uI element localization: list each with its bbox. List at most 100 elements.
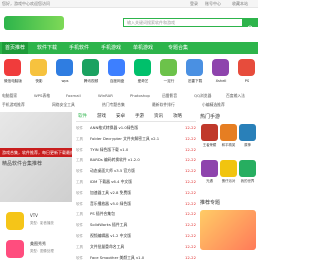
quick-link[interactable]: QQ浏览器 [194,92,211,100]
app-icon [186,59,203,76]
news-title[interactable]: ANN格式转换器 v1.0绿色版 [90,124,182,132]
news-title[interactable]: Folder Decrypter 文件夹解密工具 v2.1 [90,135,182,143]
app-shortcut[interactable]: 迅雷下载 [182,57,208,91]
app-icon [82,59,99,76]
news-title[interactable]: IDM 下载器 v6.4 中文版 [90,178,182,186]
nav-item[interactable]: 手机软件 [66,42,92,54]
game-thumbnail[interactable] [201,160,218,177]
tab[interactable]: 攻略 [173,112,182,122]
quick-link[interactable]: 最新软件排行 [152,101,175,109]
account-link[interactable]: 账号中心 [205,0,221,8]
news-title[interactable]: 音乐播放器 v5.0 绿色版 [90,200,182,208]
app-icon [108,59,125,76]
quick-link[interactable]: 迅雷影音 [162,92,177,100]
quick-link[interactable]: 手机游戏推荐 [2,101,25,109]
news-item[interactable]: 工具 PS 插件合集包 12-22 [76,210,196,218]
news-title[interactable]: 加速器工具 v2.8 免费版 [90,189,182,197]
game-thumbnail[interactable] [239,124,256,141]
app-shortcut[interactable]: PS [234,57,260,91]
nav-item[interactable]: 手机游戏 [98,42,124,54]
news-item[interactable]: 软件 TYIN 绿色版下载 v1.0 12-22 [76,146,196,154]
game-thumbnail[interactable] [220,160,237,177]
game-name: 蛋仔派对 [221,179,236,183]
app-icon [30,59,47,76]
game-thumbnail[interactable] [239,160,256,177]
app-shortcut[interactable]: wps [52,57,78,91]
news-title[interactable]: 文件批量重命名工具 [90,243,182,251]
app-list-item[interactable]: 美图秀秀 类型：图像处理 [0,238,72,262]
quick-link[interactable]: WPS表格 [34,92,50,100]
featured-banner[interactable]: 精品软件合集推荐 [0,112,72,202]
news-item[interactable]: 软件 SolidWorks 插件工具 12-22 [76,221,196,229]
news-title[interactable]: 动态桌面大师 v3.5 官方版 [90,167,182,175]
search-input[interactable]: 输入关键词搜索软件和游戏 [123,18,243,27]
nav-item[interactable]: 单机游戏 [130,42,156,54]
app-shortcut[interactable]: 快影 [26,57,52,91]
news-item[interactable]: 工具 文件批量重命名工具 12-22 [76,243,196,251]
game-name: 和平精英 [221,143,236,147]
quick-link[interactable]: 热门专题合集 [102,101,125,109]
nav-item[interactable]: 首页推荐 [2,42,29,54]
news-tag: 软件 [76,234,83,238]
search-button[interactable] [243,18,258,32]
news-date: 12-22 [184,179,196,184]
topics-heading: 推荐专题 [200,200,221,206]
quick-link[interactable]: Foxmail [66,92,81,100]
app-shortcut[interactable]: 腾讯视频 [78,57,104,91]
app-meta: 类型：影音播放 [30,221,54,225]
news-item[interactable]: 软件 ANN格式转换器 v1.0绿色版 12-22 [76,124,196,132]
news-item[interactable]: 工具 BARDs 编码转换软件 v1.2.0 12-22 [76,156,196,164]
quick-link[interactable]: 百度输入法 [226,92,245,100]
news-title[interactable]: SolidWorks 插件工具 [90,221,182,229]
nav-item[interactable]: 专题合集 [165,42,191,54]
app-shortcut[interactable]: 微信电脑版 [0,57,26,91]
tab[interactable]: 资讯 [154,112,163,122]
app-icon-row: 微信电脑版 快影 wps 腾讯视频 百度网盘 爱奇艺 一定行 迅雷下载 Xshell PS [0,57,258,91]
game-thumbnail[interactable] [220,124,237,141]
news-date: 12-22 [184,211,196,217]
topic-banner[interactable] [200,210,256,250]
search-icon [247,25,254,32]
app-shortcut[interactable]: 爱奇艺 [130,57,156,91]
quick-link[interactable]: Photoshop [130,92,150,100]
quick-link[interactable]: 网络安全工具 [52,101,75,109]
app-icon [212,59,229,76]
news-title[interactable]: PS 插件合集包 [90,210,182,218]
nav-item[interactable]: 软件下载 [34,42,60,54]
app-shortcut[interactable]: 一定行 [156,57,182,91]
tab[interactable]: 安卓 [116,112,125,122]
app-shortcut[interactable]: 百度网盘 [104,57,130,91]
app-list-item[interactable]: VTV 类型：影音播放 [0,210,72,234]
quick-link[interactable]: 电脑管家 [2,92,17,100]
quick-link[interactable]: 小编精选推荐 [202,101,225,109]
news-title[interactable]: TYIN 绿色版下载 v1.0 [90,146,182,154]
news-title[interactable]: 视频编辑器 v1.2 中文版 [90,232,182,240]
tab[interactable]: 软件 [78,112,87,122]
quick-links-row-2: 手机游戏推荐 网络安全工具 热门专题合集 最新软件排行 小编精选推荐 [0,101,258,109]
news-tag: 软件 [76,190,83,195]
news-title[interactable]: BARDs 编码转换软件 v1.2.0 [90,156,182,164]
tab[interactable]: 游戏 [97,112,106,122]
news-tag: 工具 [76,136,83,141]
tab[interactable]: 手游 [135,112,144,122]
login-link[interactable]: 登录 [190,0,198,8]
game-thumbnail[interactable] [201,124,218,141]
welcome-text: 您好，游戏中心欢迎您访问 [2,1,50,6]
news-item[interactable]: 软件 Face Smoother 美颜工具 v1.0 12-22 [76,254,196,262]
quick-links-row-1: 电脑管家 WPS表格 Foxmail WinRAR Photoshop 迅雷影音 QQ浏览器… [0,92,258,100]
app-shortcut[interactable]: Xshell [208,57,234,91]
news-item[interactable]: 工具 Folder Decrypter 文件夹解密工具 v2.1 12-22 [76,135,196,143]
news-item[interactable]: 软件 加速器工具 v2.8 免费版 12-22 [76,189,196,197]
quick-link[interactable]: WinRAR [98,92,113,100]
news-item[interactable]: 软件 音乐播放器 v5.0 绿色版 12-22 [76,200,196,208]
app-name: VTV [30,213,38,218]
news-date: 12-22 [184,233,196,238]
banner-caption[interactable]: 游戏合集，软件推荐，每日更新下载最热门资源 [0,148,72,157]
news-item[interactable]: 软件 动态桌面大师 v3.5 官方版 12-22 [76,167,196,175]
site-logo[interactable] [4,16,64,30]
news-title[interactable]: Face Smoother 美颜工具 v1.0 [90,254,182,262]
favorite-link[interactable]: 收藏本站 [232,0,248,8]
news-date: 12-22 [184,146,196,152]
news-item[interactable]: 软件 视频编辑器 v1.2 中文版 12-22 [76,232,196,240]
news-item[interactable]: 工具 IDM 下载器 v6.4 中文版 12-22 [76,178,196,186]
